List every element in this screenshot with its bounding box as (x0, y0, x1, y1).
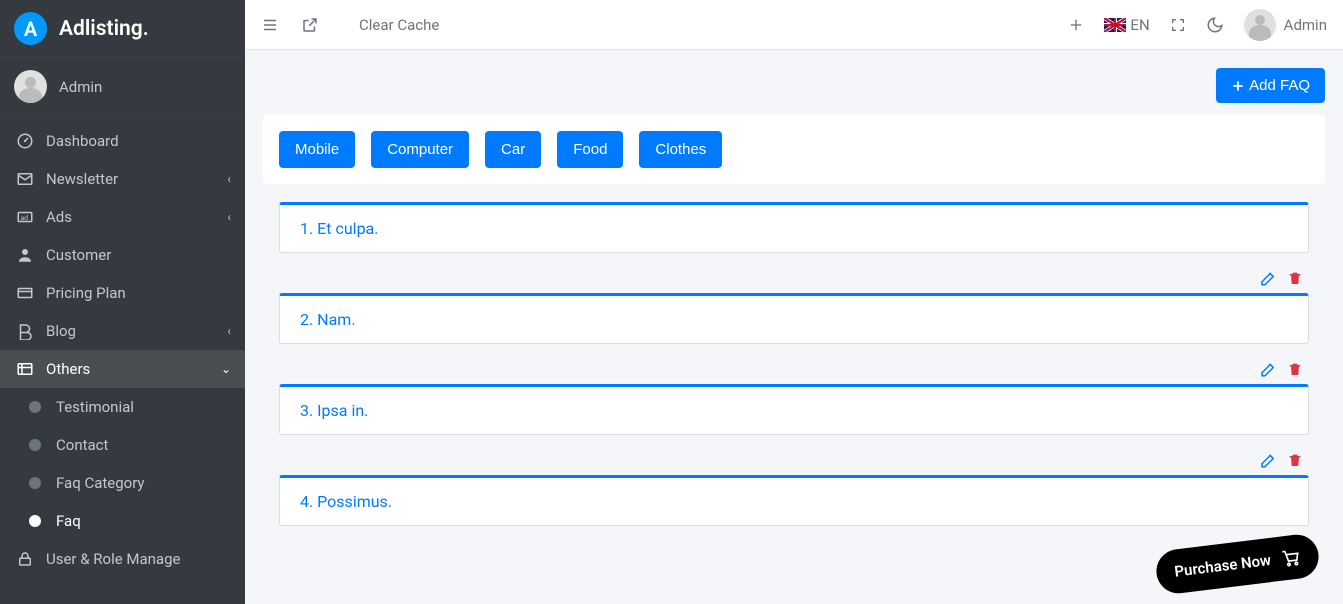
sidebar-item-dashboard[interactable]: Dashboard (0, 122, 245, 160)
plus-icon (1231, 79, 1245, 93)
faq-row: 1. Et culpa. (279, 202, 1309, 253)
chevron-left-icon: ‹ (227, 172, 231, 186)
sidebar-nav: Dashboard Newsletter ‹ ad Ads ‹ (0, 116, 245, 584)
sidebar-item-label: Pricing Plan (46, 284, 231, 302)
sidebar-item-blog[interactable]: Blog ‹ (0, 312, 245, 350)
faq-item[interactable]: 2. Nam. (279, 293, 1309, 344)
sidebar-item-ads[interactable]: ad Ads ‹ (0, 198, 245, 236)
sidebar-item-label: Blog (46, 322, 227, 340)
sidebar-item-label: Faq (56, 512, 231, 530)
faq-row: 4. Possimus. (279, 447, 1309, 526)
sidebar-item-label: Dashboard (46, 132, 231, 150)
trash-icon[interactable] (1287, 451, 1303, 469)
svg-text:ad: ad (21, 214, 29, 222)
sidebar-item-label: Others (46, 360, 221, 378)
sidebar: A Adlisting. Admin Dashboard Newsletter … (0, 0, 245, 604)
edit-icon[interactable] (1259, 269, 1277, 287)
cart-icon (1279, 546, 1301, 568)
edit-icon[interactable] (1259, 360, 1277, 378)
plus-icon[interactable] (1068, 17, 1084, 33)
bullet-icon (24, 515, 46, 527)
sidebar-item-contact[interactable]: Contact (0, 426, 245, 464)
main: Clear Cache EN Admin (245, 0, 1343, 604)
sidebar-item-label: Testimonial (56, 398, 231, 416)
tab-food[interactable]: Food (557, 131, 623, 168)
tab-clothes[interactable]: Clothes (639, 131, 722, 168)
external-link-icon[interactable] (301, 16, 319, 34)
faq-actions (279, 356, 1309, 384)
fullscreen-icon[interactable] (1170, 17, 1186, 33)
sidebar-item-faq-category[interactable]: Faq Category (0, 464, 245, 502)
content: Add FAQ Mobile Computer Car Food Clothes… (245, 50, 1343, 556)
ad-icon: ad (14, 208, 36, 226)
tabs-card: Mobile Computer Car Food Clothes (263, 115, 1325, 184)
edit-icon[interactable] (1259, 451, 1277, 469)
add-faq-label: Add FAQ (1249, 77, 1310, 94)
bullet-icon (24, 477, 46, 489)
faq-list: 1. Et culpa. 2. Nam. (263, 202, 1325, 526)
sidebar-item-label: Contact (56, 436, 231, 454)
sidebar-user-name: Admin (59, 78, 102, 96)
sidebar-item-label: Newsletter (46, 170, 227, 188)
tab-car[interactable]: Car (485, 131, 541, 168)
sidebar-item-testimonial[interactable]: Testimonial (0, 388, 245, 426)
tab-computer[interactable]: Computer (371, 131, 469, 168)
flag-uk-icon (1104, 18, 1126, 32)
faq-actions (279, 265, 1309, 293)
sidebar-item-customer[interactable]: Customer (0, 236, 245, 274)
sidebar-item-newsletter[interactable]: Newsletter ‹ (0, 160, 245, 198)
card-icon (14, 284, 36, 302)
menu-toggle-icon[interactable] (261, 16, 279, 34)
blog-icon (14, 322, 36, 340)
sidebar-user[interactable]: Admin (0, 58, 245, 116)
faq-row: 2. Nam. (279, 265, 1309, 344)
topbar: Clear Cache EN Admin (245, 0, 1343, 50)
avatar (14, 70, 47, 103)
faq-item[interactable]: 4. Possimus. (279, 475, 1309, 526)
language-selector[interactable]: EN (1104, 16, 1149, 34)
faq-item[interactable]: 1. Et culpa. (279, 202, 1309, 253)
sidebar-submenu-others: Testimonial Contact Faq Category Faq (0, 388, 245, 540)
tab-mobile[interactable]: Mobile (279, 131, 355, 168)
chevron-down-icon: ⌄ (221, 362, 231, 376)
faq-item[interactable]: 3. Ipsa in. (279, 384, 1309, 435)
list-icon (14, 360, 36, 378)
moon-icon[interactable] (1206, 16, 1224, 34)
clear-cache-button[interactable]: Clear Cache (359, 16, 439, 34)
envelope-icon (14, 170, 36, 188)
chevron-left-icon: ‹ (227, 210, 231, 224)
sidebar-item-others[interactable]: Others ⌄ (0, 350, 245, 388)
avatar (1244, 9, 1276, 41)
faq-actions (279, 447, 1309, 475)
brand-name: Adlisting. (59, 17, 149, 41)
lock-icon (14, 550, 36, 568)
topbar-user[interactable]: Admin (1244, 9, 1327, 41)
sidebar-item-user-role[interactable]: User & Role Manage (0, 540, 245, 578)
sidebar-item-faq[interactable]: Faq (0, 502, 245, 540)
bullet-icon (24, 439, 46, 451)
user-icon (14, 246, 36, 264)
sidebar-item-label: User & Role Manage (46, 550, 231, 568)
sidebar-item-pricing[interactable]: Pricing Plan (0, 274, 245, 312)
category-tabs: Mobile Computer Car Food Clothes (279, 131, 1309, 168)
trash-icon[interactable] (1287, 360, 1303, 378)
language-code: EN (1130, 16, 1149, 34)
topbar-user-name: Admin (1284, 16, 1327, 34)
brand-logo: A (14, 12, 47, 45)
sidebar-item-label: Customer (46, 246, 231, 264)
purchase-label: Purchase Now (1173, 551, 1272, 581)
chevron-left-icon: ‹ (227, 324, 231, 338)
sidebar-item-label: Ads (46, 208, 227, 226)
add-faq-button[interactable]: Add FAQ (1216, 68, 1325, 103)
faq-row: 3. Ipsa in. (279, 356, 1309, 435)
brand[interactable]: A Adlisting. (0, 0, 245, 58)
trash-icon[interactable] (1287, 269, 1303, 287)
bullet-icon (24, 401, 46, 413)
dashboard-icon (14, 132, 36, 150)
sidebar-item-label: Faq Category (56, 474, 231, 492)
